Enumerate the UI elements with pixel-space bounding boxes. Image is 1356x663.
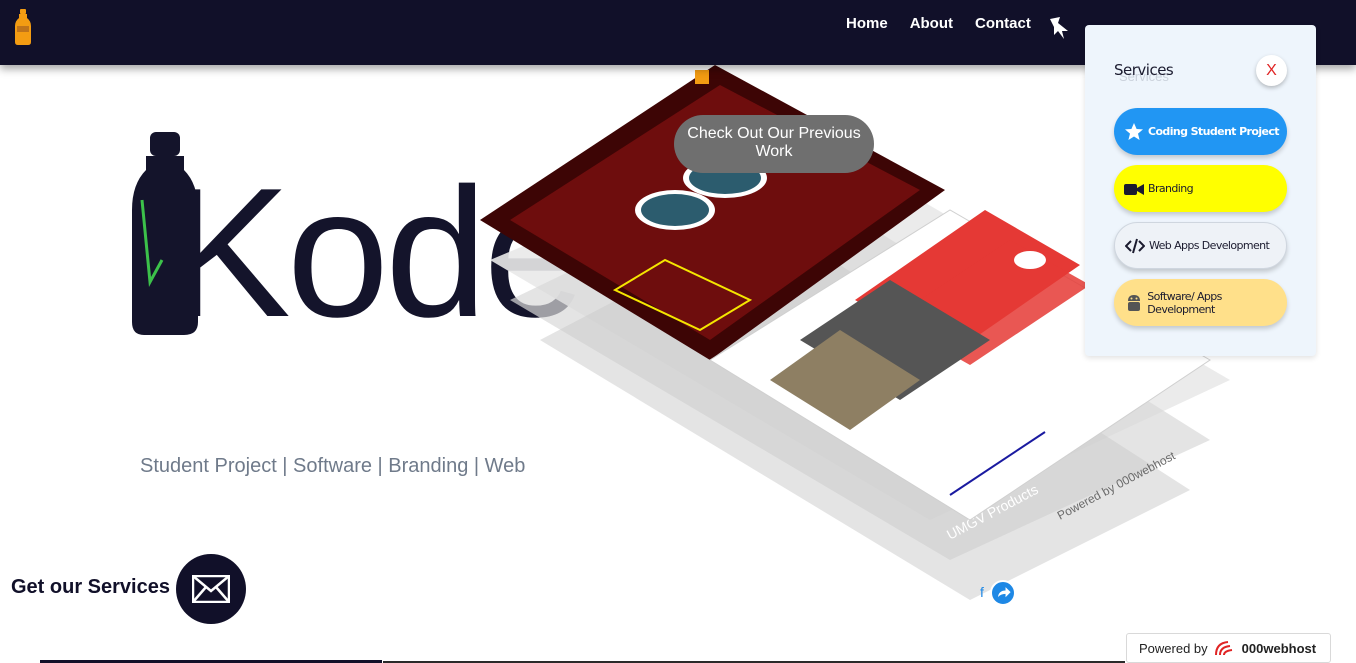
powered-by-label: Powered by xyxy=(1139,640,1208,656)
bottle-logo-icon[interactable] xyxy=(14,9,32,45)
nav-links: Home About Contact xyxy=(846,15,1031,33)
service-label: Web Apps Development xyxy=(1149,239,1270,252)
hero-tagline: Student Project | Software | Branding | … xyxy=(140,455,526,477)
code-icon xyxy=(1125,236,1145,256)
nav-about-link[interactable]: About xyxy=(910,15,953,33)
get-services-button[interactable] xyxy=(176,554,246,624)
service-branding-button[interactable]: Branding xyxy=(1114,165,1287,212)
envelope-icon xyxy=(192,575,230,603)
powered-by-badge[interactable]: Powered by 000webhost xyxy=(1126,633,1331,663)
service-label: Branding xyxy=(1148,182,1194,195)
service-label: Software/ Apps Development xyxy=(1147,289,1222,316)
service-web-apps-button[interactable]: Web Apps Development xyxy=(1114,222,1287,269)
webhost-logo-icon xyxy=(1214,641,1232,656)
services-panel: Services Services X Coding Student Proje… xyxy=(1085,25,1316,356)
service-label: Coding Student Project xyxy=(1148,125,1280,138)
page: Home About Contact Kode Student Project … xyxy=(0,0,1356,663)
star-icon xyxy=(1124,122,1144,142)
android-icon xyxy=(1124,293,1143,313)
pin-icon[interactable] xyxy=(1046,13,1074,41)
video-camera-icon xyxy=(1124,179,1144,199)
services-title: Services xyxy=(1114,61,1174,79)
share-icon[interactable] xyxy=(990,580,1016,606)
webhost-brand: 000webhost xyxy=(1241,640,1317,656)
get-services-label: Get our Services xyxy=(11,576,170,598)
nav-home-link[interactable]: Home xyxy=(846,15,888,33)
service-software-apps-button[interactable]: Software/ Apps Development xyxy=(1114,279,1287,326)
service-coding-student-project-button[interactable]: Coding Student Project xyxy=(1114,108,1287,155)
previous-work-callout[interactable]: Check Out Our Previous Work xyxy=(674,115,874,173)
close-services-button[interactable]: X xyxy=(1256,55,1287,86)
facebook-icon[interactable]: f xyxy=(980,584,984,600)
nav-contact-link[interactable]: Contact xyxy=(975,15,1031,33)
